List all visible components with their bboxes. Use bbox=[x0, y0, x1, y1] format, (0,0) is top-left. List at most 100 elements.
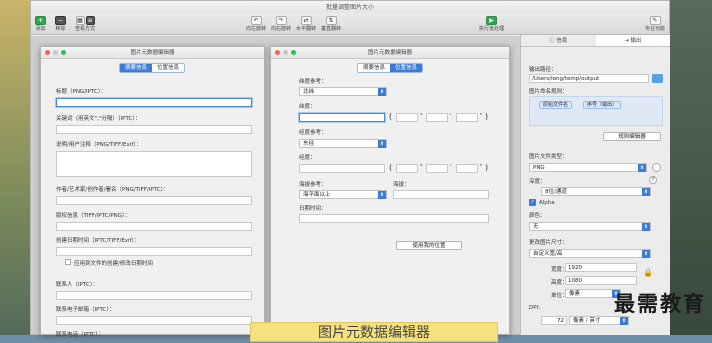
lon-degree-field[interactable] bbox=[299, 164, 385, 173]
tab-location[interactable]: 位置信息 bbox=[152, 64, 185, 72]
rotate-right-icon: ↷ bbox=[275, 16, 287, 25]
caption-field[interactable] bbox=[56, 151, 252, 177]
use-my-location-button[interactable]: 使用我的位置 bbox=[396, 241, 462, 250]
depth-select[interactable]: 8位/通道 bbox=[541, 187, 651, 196]
lat-min-field[interactable] bbox=[426, 113, 448, 122]
lon-close-paren: ) bbox=[485, 163, 489, 172]
tab-summary[interactable]: 摘要信息 bbox=[120, 64, 153, 72]
tab-output[interactable]: ⇥ 输出 bbox=[595, 35, 670, 46]
format-options-icon[interactable] bbox=[652, 163, 661, 172]
date-field[interactable] bbox=[299, 214, 489, 223]
depth-label: 深度： bbox=[529, 179, 546, 185]
alpha-label: Alpha bbox=[539, 200, 555, 206]
lon-min-field[interactable] bbox=[426, 164, 448, 173]
naming-chip-sequence[interactable]: 序号（输出） bbox=[583, 101, 622, 109]
contact-email-label: 联系电子邮箱（IPTC）： bbox=[56, 307, 115, 313]
keywords-field[interactable] bbox=[56, 125, 252, 134]
contact-field[interactable] bbox=[56, 291, 252, 300]
toolbar: + 添加 − 移除 ▦ ≡ 查看方式 ↶ 向左旋转 ↷ 向右旋转 ⇄ 水平翻转 … bbox=[31, 13, 669, 35]
contact-phone-label: 联系电话（IPTC）： bbox=[56, 332, 104, 338]
lat-min-symbol: ' bbox=[450, 113, 452, 119]
lat-deg-symbol: ° bbox=[420, 113, 423, 119]
lon-deg-field[interactable] bbox=[396, 164, 418, 173]
pro-edition-button[interactable]: ✎ 专业功能 bbox=[645, 16, 665, 32]
alt-label: 海拔： bbox=[393, 182, 410, 188]
pen-icon: ✎ bbox=[649, 16, 661, 25]
rotate-left-icon: ↶ bbox=[250, 16, 262, 25]
lon-ref-select[interactable]: 东经 bbox=[299, 139, 387, 148]
lat-label: 纬度： bbox=[299, 104, 316, 110]
panel-title: 图片元数据编辑器 bbox=[41, 47, 264, 59]
contact-email-field[interactable] bbox=[56, 316, 252, 325]
list-view-icon: ≡ bbox=[85, 16, 95, 25]
naming-chip-original[interactable]: 原始文件名 bbox=[539, 101, 573, 109]
naming-rule-label: 图片命名规则： bbox=[529, 89, 568, 95]
rule-editor-button[interactable]: 规则编辑器 bbox=[603, 132, 661, 141]
title-field[interactable] bbox=[56, 98, 252, 107]
metadata-editor-summary-panel: 图片元数据编辑器 摘要信息 位置信息 标题（PNG/IPTC）： 关键词（用英文… bbox=[40, 46, 265, 338]
add-button[interactable]: + 添加 bbox=[35, 16, 46, 32]
unit-select[interactable]: 像素 bbox=[565, 289, 621, 298]
lat-ref-label: 纬度参考： bbox=[299, 79, 327, 85]
date-label: 日期时间： bbox=[299, 206, 327, 212]
minimize-dot-icon[interactable] bbox=[53, 50, 58, 55]
title-label: 标题（PNG/IPTC）： bbox=[56, 89, 107, 95]
width-field[interactable]: 1920 bbox=[565, 263, 637, 272]
caption-banner: 图片元数据编辑器 bbox=[250, 322, 498, 342]
lat-sec-field[interactable] bbox=[456, 113, 478, 122]
zoom-dot-icon[interactable] bbox=[291, 50, 296, 55]
date-created-field[interactable] bbox=[56, 247, 252, 256]
contact-label: 联系人（IPTC）： bbox=[56, 282, 99, 288]
flip-vertical-icon: ⇅ bbox=[325, 16, 337, 25]
folder-icon[interactable] bbox=[652, 74, 663, 83]
lon-sec-symbol: " bbox=[480, 164, 483, 170]
size-mode-select[interactable]: 自定义宽/高 bbox=[529, 249, 651, 258]
lat-degree-field[interactable] bbox=[299, 113, 385, 122]
tab-summary[interactable]: 摘要信息 bbox=[358, 64, 391, 72]
watermark: 最需教育 bbox=[614, 291, 706, 316]
help-icon[interactable]: ? bbox=[649, 176, 657, 184]
zoom-dot-icon[interactable] bbox=[61, 50, 66, 55]
rotate-left-button[interactable]: ↶ 向左旋转 bbox=[246, 16, 266, 32]
author-field[interactable] bbox=[56, 196, 252, 205]
panel-tab-control: 摘要信息 位置信息 bbox=[119, 63, 186, 73]
copyright-label: 版权信息（TIFF/IPTC/PNG）： bbox=[56, 213, 131, 219]
format-label: 图片文件类型： bbox=[529, 154, 568, 160]
lon-sec-field[interactable] bbox=[456, 164, 478, 173]
output-path-field[interactable]: /Users/long/temp/output bbox=[529, 74, 649, 83]
tab-location[interactable]: 位置信息 bbox=[390, 64, 423, 72]
copyright-field[interactable] bbox=[56, 222, 252, 231]
close-dot-icon[interactable] bbox=[275, 50, 280, 55]
window-controls bbox=[275, 50, 296, 55]
close-dot-icon[interactable] bbox=[45, 50, 50, 55]
height-field[interactable]: 1080 bbox=[565, 276, 637, 285]
remove-button[interactable]: − 移除 bbox=[55, 16, 66, 32]
lon-ref-label: 经度参考： bbox=[299, 130, 327, 136]
alpha-checkbox[interactable]: ✓ bbox=[529, 199, 536, 206]
metadata-editor-location-panel: 图片元数据编辑器 摘要信息 位置信息 纬度参考： 北纬 纬度： ( ° ' " … bbox=[270, 46, 510, 335]
lat-deg-field[interactable] bbox=[396, 113, 418, 122]
lat-ref-select[interactable]: 北纬 bbox=[299, 87, 387, 96]
color-select[interactable]: 无 bbox=[529, 222, 651, 231]
alt-ref-select[interactable]: 海平面以上 bbox=[299, 190, 387, 199]
panel-tab-control: 摘要信息 位置信息 bbox=[357, 63, 424, 73]
start-batch-button[interactable]: ▶ 执行批处理 bbox=[479, 16, 504, 32]
tab-info[interactable]: ⓘ 信息 bbox=[521, 35, 596, 46]
flip-vertical-button[interactable]: ⇅ 垂直翻转 bbox=[321, 16, 341, 32]
author-label: 作者/艺术家/创作者/署名（PNG/TIFF/IPTC）： bbox=[56, 187, 169, 193]
color-label: 颜色： bbox=[529, 213, 546, 219]
lock-icon[interactable]: 🔒 bbox=[643, 268, 653, 277]
apply-date-label: 应用到文件的创建/修改日期时间 bbox=[74, 261, 153, 267]
alt-ref-label: 海拔参考： bbox=[299, 182, 327, 188]
alt-field[interactable] bbox=[393, 190, 489, 199]
flip-horizontal-button[interactable]: ⇄ 水平翻转 bbox=[296, 16, 316, 32]
view-mode-button[interactable]: ▦ ≡ 查看方式 bbox=[75, 16, 95, 32]
minimize-dot-icon[interactable] bbox=[283, 50, 288, 55]
dpi-field[interactable]: 72 bbox=[541, 316, 567, 325]
lon-min-symbol: ' bbox=[450, 164, 452, 170]
minus-icon: − bbox=[55, 16, 66, 25]
apply-date-checkbox[interactable] bbox=[65, 259, 71, 265]
lon-label: 经度： bbox=[299, 155, 316, 161]
rotate-right-button[interactable]: ↷ 向右旋转 bbox=[271, 16, 291, 32]
format-select[interactable]: PNG bbox=[529, 163, 647, 172]
